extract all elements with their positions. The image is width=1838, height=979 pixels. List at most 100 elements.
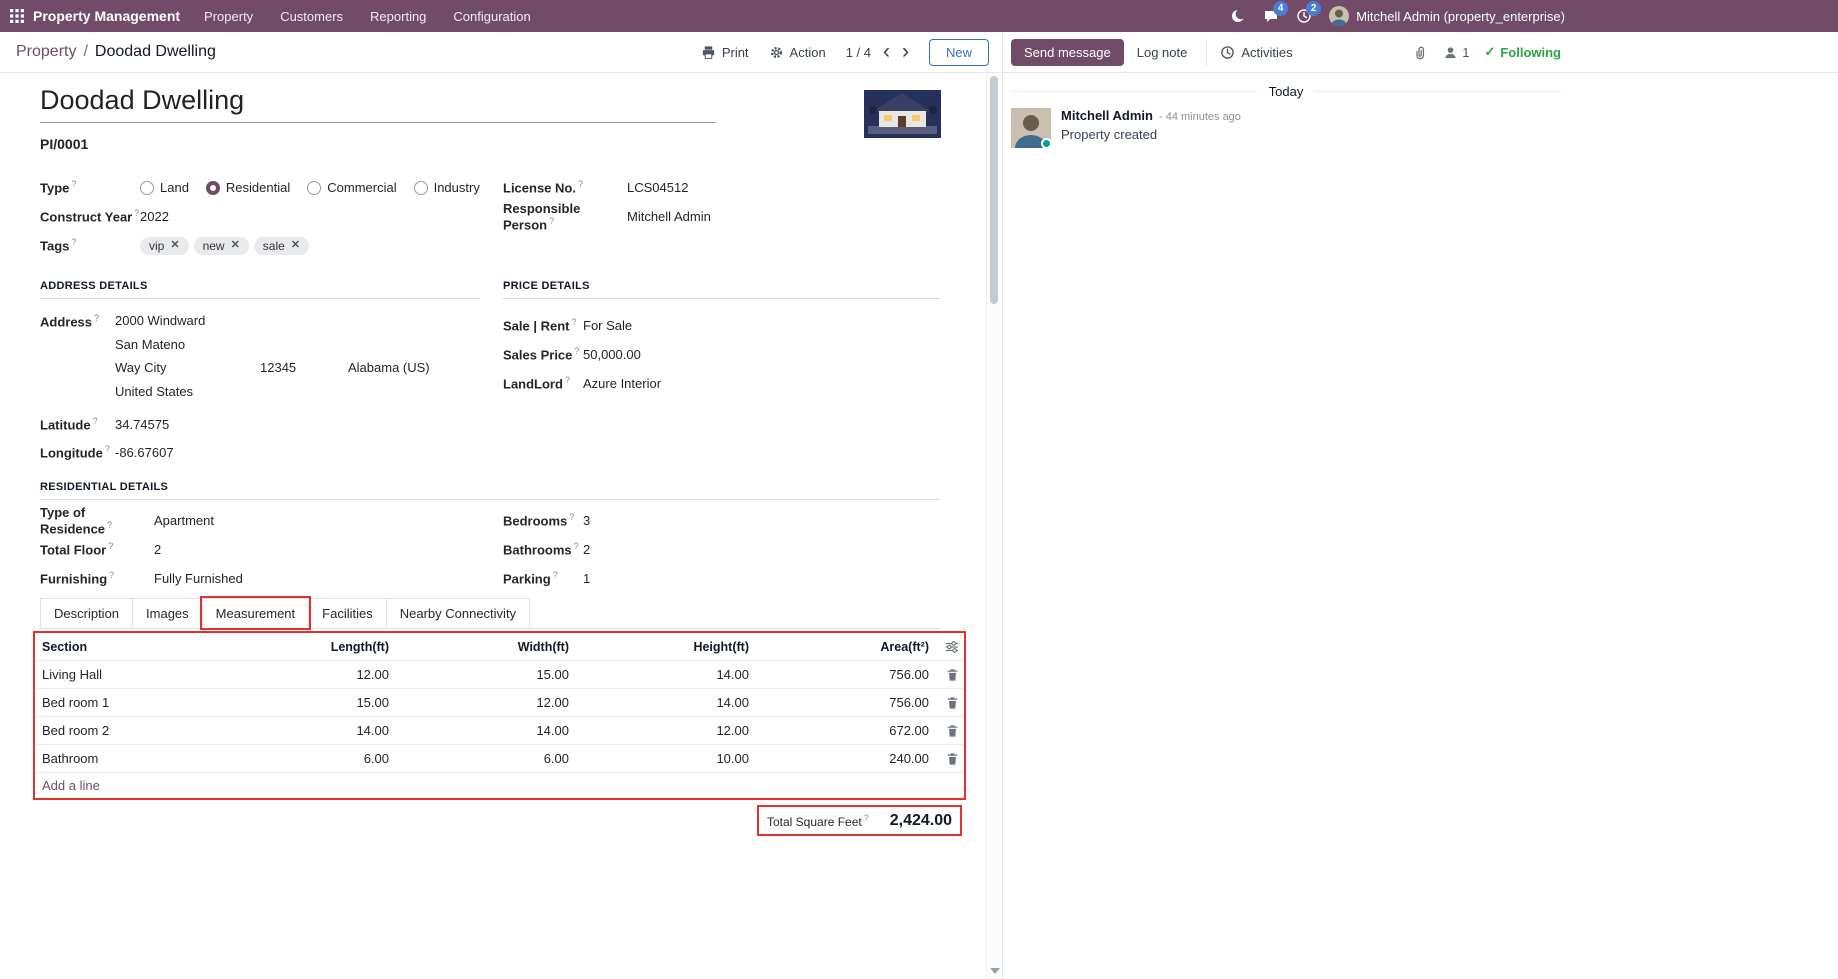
- responsible-person-value[interactable]: Mitchell Admin: [627, 209, 711, 224]
- message-content: Mitchell Admin 44 minutes ago Property c…: [1061, 108, 1241, 148]
- send-message-button[interactable]: Send message: [1011, 39, 1124, 66]
- new-button[interactable]: New: [929, 39, 989, 66]
- remove-tag-icon[interactable]: ✕: [291, 240, 300, 251]
- message-author[interactable]: Mitchell Admin: [1061, 108, 1153, 123]
- bedrooms-value[interactable]: 3: [583, 513, 590, 528]
- tab-images[interactable]: Images: [132, 598, 203, 628]
- user-menu[interactable]: Mitchell Admin (property_enterprise): [1329, 6, 1565, 26]
- field-latitude: Latitude 34.74575: [40, 410, 485, 439]
- paperclip-icon: [1412, 44, 1428, 60]
- delete-row-button[interactable]: [929, 752, 959, 766]
- sale-rent-value[interactable]: For Sale: [583, 318, 632, 333]
- dark-mode-toggle[interactable]: [1230, 8, 1246, 24]
- col-height[interactable]: Height(ft): [569, 640, 749, 654]
- tag-pill[interactable]: sale✕: [254, 237, 309, 255]
- measurement-header-row: Section Length(ft) Width(ft) Height(ft) …: [35, 633, 964, 660]
- delete-row-button[interactable]: [929, 668, 959, 682]
- property-title-field[interactable]: Doodad Dwelling: [40, 85, 716, 123]
- add-a-line-link[interactable]: Add a line: [42, 778, 100, 793]
- col-length[interactable]: Length(ft): [209, 640, 389, 654]
- tag-pill[interactable]: new✕: [194, 237, 249, 255]
- pager-previous-icon[interactable]: ‹: [883, 43, 890, 61]
- type-of-residence-label: Type of Residence: [40, 505, 154, 536]
- attach-files-button[interactable]: [1412, 44, 1428, 60]
- table-row[interactable]: Bed room 2 14.00 14.00 12.00 672.00: [35, 716, 964, 744]
- parking-value[interactable]: 1: [583, 571, 590, 586]
- activities-systray-button[interactable]: 2: [1296, 8, 1312, 24]
- menu-customers[interactable]: Customers: [280, 9, 343, 24]
- address-state: Alabama (US): [348, 360, 430, 375]
- latitude-label: Latitude: [40, 416, 115, 432]
- construct-year-value[interactable]: 2022: [140, 209, 169, 224]
- menu-configuration[interactable]: Configuration: [453, 9, 530, 24]
- tag-pill[interactable]: vip✕: [140, 237, 189, 255]
- furnishing-value[interactable]: Fully Furnished: [154, 571, 243, 586]
- remove-tag-icon[interactable]: ✕: [231, 240, 240, 251]
- menu-reporting[interactable]: Reporting: [370, 9, 426, 24]
- bathrooms-value[interactable]: 2: [583, 542, 590, 557]
- field-type: Type Land Residential Commercial Industr…: [40, 173, 485, 202]
- menu-property[interactable]: Property: [204, 9, 253, 24]
- field-sale-rent: Sale | Rent For Sale: [503, 311, 940, 340]
- action-button[interactable]: Action: [769, 45, 826, 60]
- property-title: Doodad Dwelling: [40, 85, 716, 116]
- total-floor-value[interactable]: 2: [154, 542, 161, 557]
- col-area[interactable]: Area(ft²): [749, 640, 929, 654]
- tab-measurement[interactable]: Measurement: [202, 598, 309, 628]
- latitude-value[interactable]: 34.74575: [115, 417, 169, 432]
- app-switcher[interactable]: Property Management: [10, 8, 180, 24]
- print-button[interactable]: Print: [701, 45, 749, 60]
- table-row[interactable]: Bathroom 6.00 6.00 10.00 240.00: [35, 744, 964, 772]
- optional-columns-toggle[interactable]: [929, 640, 959, 654]
- longitude-value[interactable]: -86.67607: [115, 445, 174, 460]
- type-radio-industry[interactable]: Industry: [414, 180, 480, 195]
- log-note-button[interactable]: Log note: [1124, 39, 1201, 66]
- type-radio-land[interactable]: Land: [140, 180, 189, 195]
- type-radio-residential[interactable]: Residential: [206, 180, 290, 195]
- col-width[interactable]: Width(ft): [389, 640, 569, 654]
- type-option-label: Land: [160, 180, 189, 195]
- tab-description[interactable]: Description: [40, 598, 133, 628]
- remove-tag-icon[interactable]: ✕: [170, 240, 179, 251]
- license-no-value[interactable]: LCS04512: [627, 180, 688, 195]
- notebook-tabs: Description Images Measurement Facilitie…: [40, 598, 940, 629]
- field-group-residential-right: Bedrooms 3 Bathrooms 2 Parking 1: [503, 506, 940, 593]
- type-of-residence-value[interactable]: Apartment: [154, 513, 214, 528]
- address-lines[interactable]: 2000 Windward San Mateno Way City 12345 …: [115, 309, 430, 403]
- sales-price-value[interactable]: 50,000.00: [583, 347, 641, 362]
- activities-label: Activities: [1241, 45, 1292, 60]
- delete-row-button[interactable]: [929, 724, 959, 738]
- property-image[interactable]: [864, 90, 941, 138]
- tags-label: Tags: [40, 237, 140, 253]
- table-row[interactable]: Bed room 1 15.00 12.00 14.00 756.00: [35, 688, 964, 716]
- address-city-row: Way City 12345 Alabama (US): [115, 356, 430, 380]
- scroll-down-icon[interactable]: [990, 968, 1000, 974]
- type-option-label: Industry: [434, 180, 480, 195]
- following-button[interactable]: ✓ Following: [1484, 44, 1561, 60]
- col-section[interactable]: Section: [40, 640, 209, 654]
- tab-nearby-connectivity[interactable]: Nearby Connectivity: [386, 598, 530, 628]
- radio-circle-icon: [140, 181, 154, 195]
- address-street: 2000 Windward: [115, 309, 430, 333]
- chatter-panel: Send message Log note Activities 1 ✓: [1002, 32, 1838, 979]
- landlord-value[interactable]: Azure Interior: [583, 376, 661, 391]
- scrollbar-thumb[interactable]: [990, 76, 998, 304]
- followers-button[interactable]: 1: [1443, 45, 1469, 60]
- tags-list[interactable]: vip✕ new✕ sale✕: [140, 237, 309, 255]
- pager-next-icon[interactable]: ›: [902, 43, 909, 61]
- type-radio-commercial[interactable]: Commercial: [307, 180, 396, 195]
- row-length: 6.00: [209, 751, 389, 766]
- pager: 1 / 4 ‹ ›: [846, 43, 909, 61]
- delete-row-button[interactable]: [929, 696, 959, 710]
- tab-facilities[interactable]: Facilities: [308, 598, 387, 628]
- table-row[interactable]: Living Hall 12.00 15.00 14.00 756.00: [35, 660, 964, 688]
- messages-button[interactable]: 4: [1263, 8, 1279, 24]
- column-settings-icon: [945, 640, 959, 654]
- breadcrumb-parent[interactable]: Property: [16, 43, 76, 60]
- type-option-label: Commercial: [327, 180, 396, 195]
- apps-grid-icon: [10, 9, 24, 23]
- trash-icon: [946, 668, 959, 682]
- message-header: Mitchell Admin 44 minutes ago: [1061, 108, 1241, 123]
- vertical-scrollbar[interactable]: [986, 73, 1001, 979]
- activities-button[interactable]: Activities: [1206, 39, 1305, 66]
